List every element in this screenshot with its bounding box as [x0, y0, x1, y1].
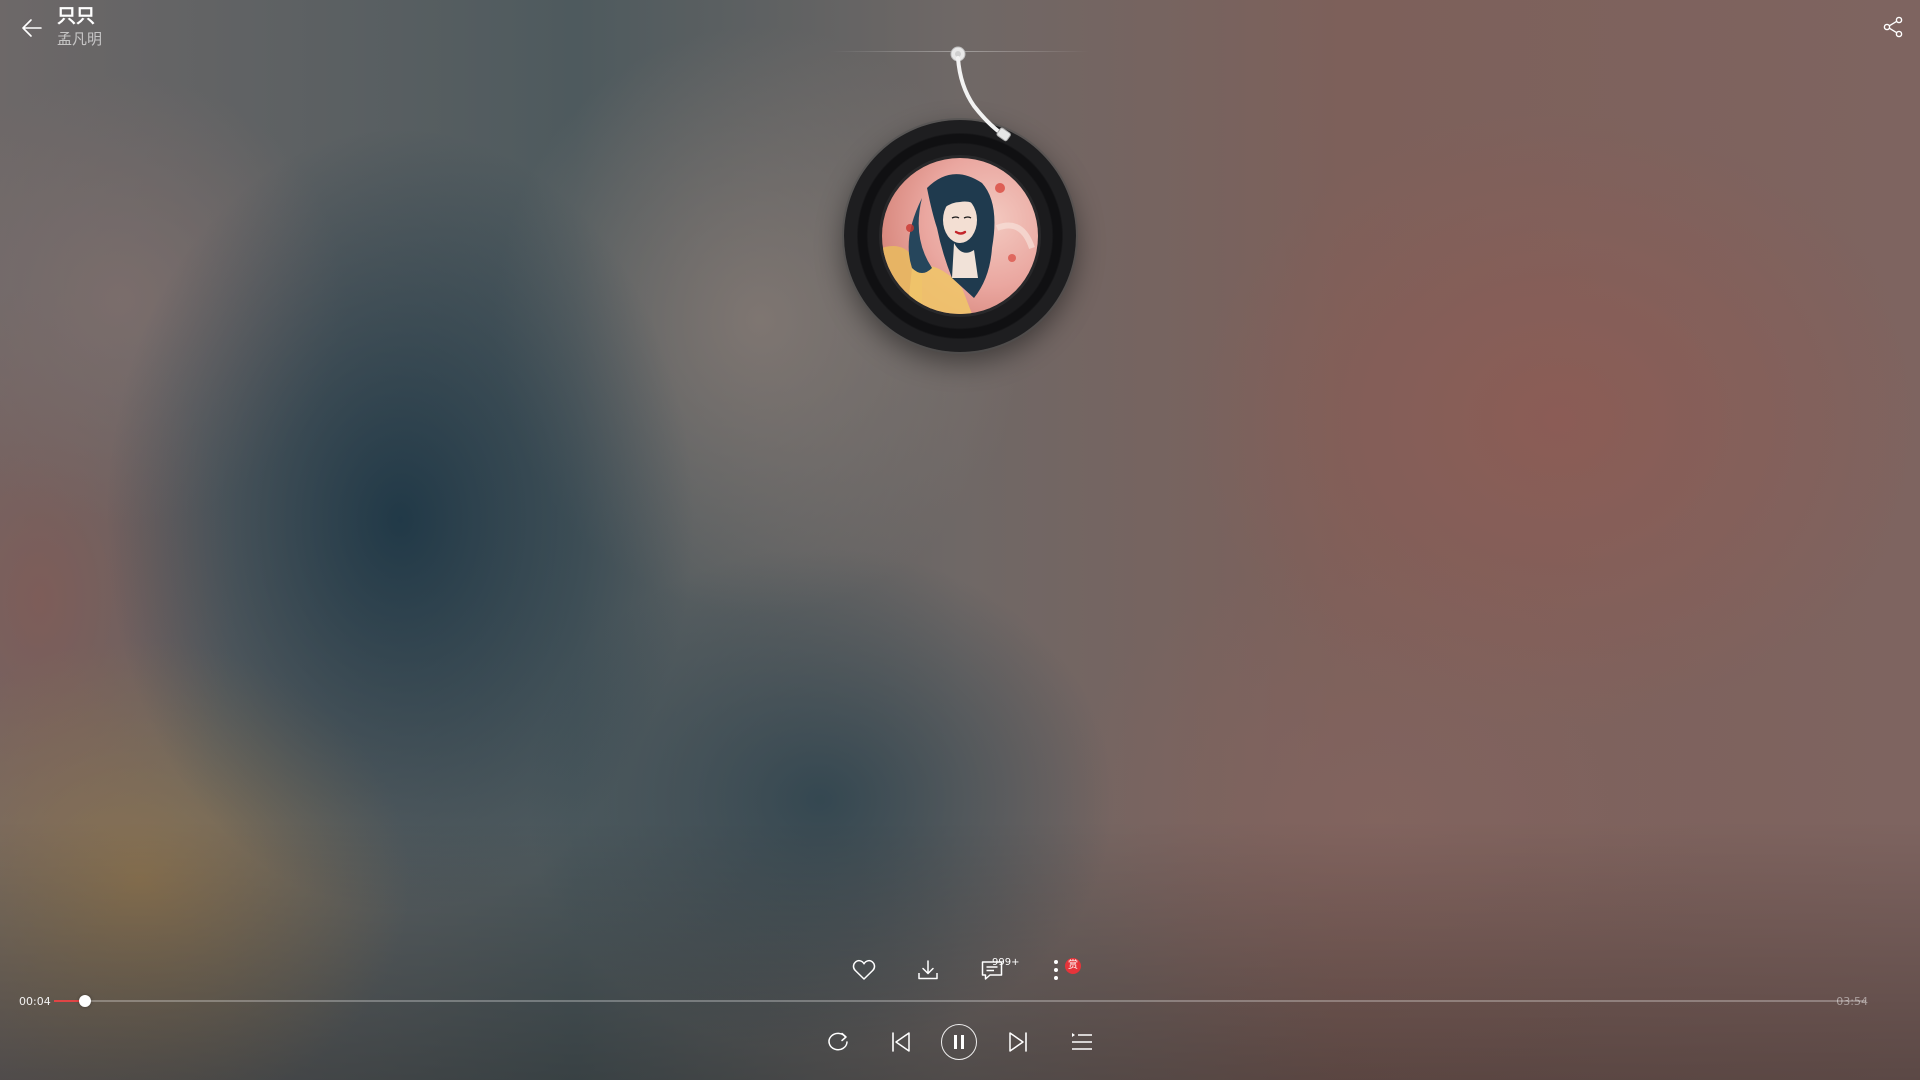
download-button[interactable]: [910, 954, 946, 986]
artist-name[interactable]: 孟凡明: [57, 28, 102, 50]
pause-button[interactable]: [941, 1024, 977, 1060]
reward-badge[interactable]: 赏: [1065, 958, 1081, 974]
player-screen: 只只 孟凡明 999+ 赏 00:04 03:54: [0, 0, 1920, 1080]
skip-next-icon: [1009, 1032, 1027, 1052]
previous-button[interactable]: [883, 1024, 919, 1060]
comment-count: 999+: [992, 957, 1020, 968]
playlist-button[interactable]: [1064, 1024, 1100, 1060]
progress-thumb[interactable]: [78, 995, 91, 1007]
share-icon: [1883, 16, 1903, 38]
skip-previous-icon: [892, 1032, 910, 1052]
like-button[interactable]: [846, 954, 882, 986]
song-info: 只只 孟凡明: [57, 4, 102, 50]
pause-icon: [954, 1035, 964, 1049]
tonearm: [950, 46, 1011, 142]
back-button[interactable]: [16, 12, 48, 44]
progress-bar[interactable]: [54, 995, 1866, 1007]
share-button[interactable]: [1878, 12, 1908, 42]
loop-button[interactable]: [820, 1024, 856, 1060]
next-button[interactable]: [1000, 1024, 1036, 1060]
song-title: 只只: [57, 5, 96, 27]
album-cover: [882, 158, 1038, 314]
more-vertical-icon: [1054, 960, 1058, 980]
download-icon: [918, 960, 938, 980]
repeat-icon: [828, 1032, 848, 1051]
playlist-icon: [1072, 1033, 1092, 1050]
current-time: 00:04: [19, 995, 51, 1008]
heart-icon: [852, 959, 876, 980]
arrow-left-icon: [22, 19, 42, 37]
total-time: 03:54: [1836, 995, 1868, 1008]
